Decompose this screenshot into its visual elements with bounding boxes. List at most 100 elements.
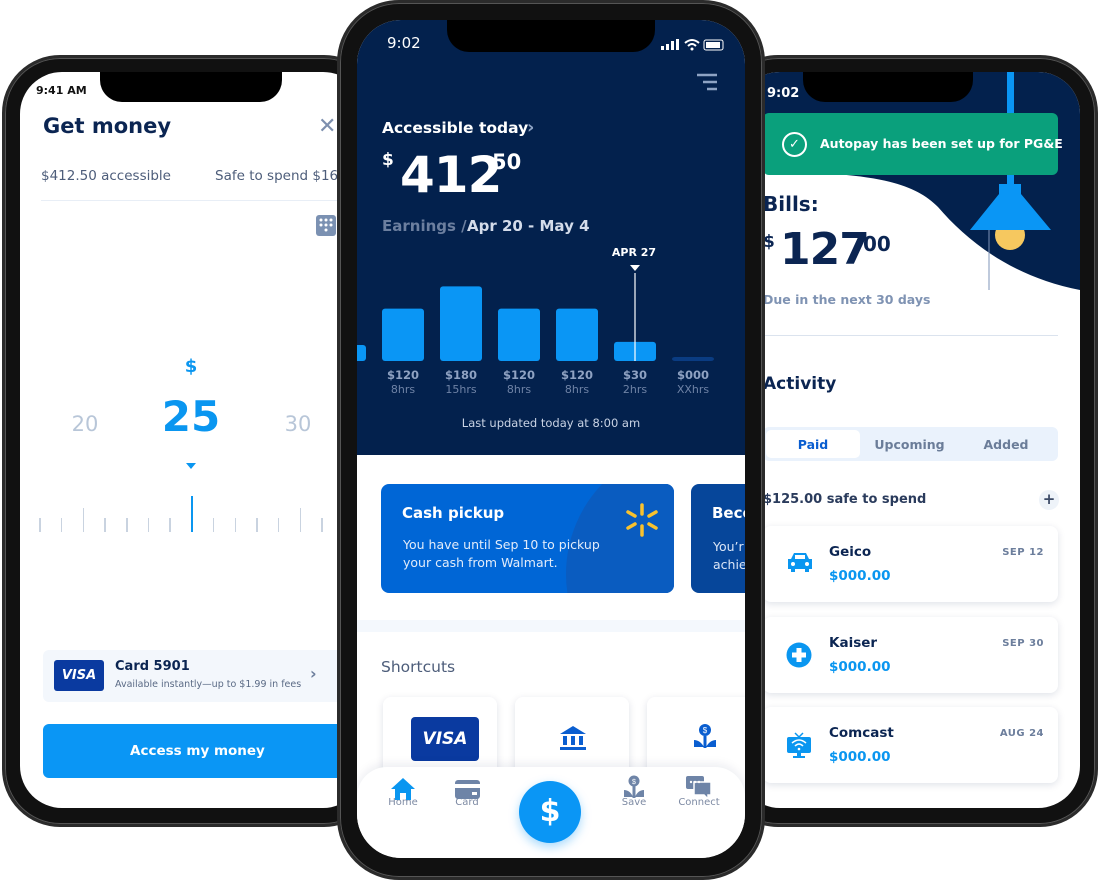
- divider: [763, 335, 1058, 336]
- visa-card-icon: VISA: [411, 717, 479, 761]
- slider-tick: [321, 518, 323, 532]
- slider-tick: [234, 518, 237, 532]
- bar-category-label: 8hrs: [506, 383, 532, 396]
- bills-amount-cents: 00: [863, 232, 891, 256]
- chart-bar[interactable]: [498, 308, 540, 361]
- next-amount[interactable]: 30: [273, 412, 323, 436]
- car-icon: [786, 551, 814, 577]
- svg-text:$: $: [703, 726, 708, 735]
- pointer-triangle-icon: [186, 463, 196, 469]
- check-circle-icon: ✓: [782, 132, 807, 157]
- chart-bar[interactable]: [672, 357, 714, 361]
- section-separator: [357, 620, 745, 632]
- nav-connect[interactable]: Connect: [669, 776, 729, 808]
- tab-added[interactable]: Added: [956, 427, 1056, 461]
- bill-name: Comcast: [829, 725, 894, 741]
- divider: [41, 200, 361, 201]
- tab-upcoming[interactable]: Upcoming: [863, 427, 956, 461]
- safe-to-spend: Safe to spend $162: [215, 168, 347, 184]
- bar-category-label: 2hrs: [622, 383, 648, 396]
- chart-bar[interactable]: [440, 286, 482, 361]
- bill-date: AUG 24: [999, 728, 1044, 739]
- promo-card-2[interactable]: Beco You’r achie: [691, 484, 745, 593]
- slider-tick: [39, 518, 41, 532]
- savings-plant-icon: $: [624, 775, 644, 798]
- nav-save[interactable]: $ Save: [604, 775, 664, 808]
- chart-bar[interactable]: [382, 308, 424, 361]
- bills-amount-dollars: 127: [780, 224, 870, 275]
- nav-card[interactable]: Card: [437, 780, 497, 808]
- slider-tick: [277, 518, 280, 532]
- status-icons: [661, 39, 724, 51]
- keypad-icon[interactable]: [316, 215, 336, 236]
- accessible-label[interactable]: Accessible today: [382, 119, 528, 137]
- bill-item[interactable]: Kaiser $000.00 SEP 30: [763, 616, 1058, 693]
- bar-category-label: 8hrs: [564, 383, 590, 396]
- chart-bar-partial: [357, 345, 366, 361]
- notch: [100, 72, 282, 102]
- promo-body: You have until Sep 10 to pickup your cas…: [403, 537, 600, 570]
- savings-plant-icon: $: [694, 724, 716, 748]
- access-money-button[interactable]: Access my money: [43, 724, 365, 778]
- medical-cross-icon: [786, 642, 812, 672]
- chart-bar[interactable]: [556, 308, 598, 361]
- walmart-spark-icon: [626, 503, 658, 537]
- home-icon: [391, 778, 415, 800]
- promo-title: Cash pickup: [402, 504, 505, 522]
- amount-cents: 50: [492, 150, 522, 174]
- bill-item[interactable]: Geico $000.00 SEP 12: [763, 526, 1058, 602]
- dollar-fab-button[interactable]: $: [519, 781, 581, 843]
- card-icon: [455, 780, 480, 799]
- promo-card-cash-pickup[interactable]: Cash pickup You have until Sep 10 to pic…: [381, 484, 674, 593]
- slider-tick: [147, 518, 150, 532]
- payment-card-row[interactable]: VISA Card 5901 Available instantly—up to…: [43, 650, 365, 702]
- chat-icon: [686, 776, 712, 799]
- close-icon[interactable]: ✕: [318, 114, 336, 139]
- tv-wifi-icon: [786, 732, 812, 764]
- bottom-nav: Home Card $ $ Save Connect: [357, 767, 745, 858]
- slider-tick: [212, 518, 215, 532]
- left-phone-screen: 9:41 AM Get money ✕ $412.50 accessible S…: [20, 72, 365, 808]
- toast-message: Autopay has been set up for PG&E: [820, 136, 1063, 151]
- dollar-icon: $: [539, 794, 561, 829]
- menu-icon[interactable]: [695, 73, 719, 93]
- nav-home[interactable]: Home: [373, 778, 433, 808]
- bar-value-label: $180: [444, 368, 477, 382]
- notch: [447, 20, 655, 52]
- status-time: 9:02: [387, 34, 421, 52]
- bill-amount: $000.00: [829, 568, 891, 584]
- slider-tick: [169, 518, 171, 532]
- tab-paid[interactable]: Paid: [763, 427, 863, 461]
- bar-category-label: 15hrs: [445, 383, 477, 396]
- bill-name: Kaiser: [829, 634, 878, 651]
- chevron-right-icon: ›: [310, 664, 317, 683]
- chevron-right-icon[interactable]: ›: [527, 117, 534, 138]
- activity-tabs: Paid Upcoming Added: [763, 427, 1058, 461]
- safe-to-spend: $125.00 safe to spend: [763, 492, 927, 507]
- bills-label: Bills:: [763, 192, 819, 216]
- amount-dollars: 412: [400, 146, 502, 204]
- selected-amount: 25: [161, 392, 221, 441]
- add-button[interactable]: +: [1039, 490, 1059, 510]
- bill-date: SEP 12: [1002, 547, 1044, 558]
- due-text: Due in the next 30 days: [763, 292, 931, 307]
- bill-item[interactable]: Comcast $000.00 AUG 24: [763, 707, 1058, 783]
- prev-amount[interactable]: 20: [60, 412, 110, 436]
- accessible-amount: $412.50 accessible: [41, 168, 171, 184]
- bar-value-label: $120: [560, 368, 593, 382]
- bill-name: Geico: [829, 544, 872, 560]
- slider-tick: [104, 518, 106, 532]
- bank-icon: [560, 726, 586, 750]
- marker-triangle-icon: [630, 265, 640, 271]
- bar-value-label: $30: [622, 368, 647, 382]
- page-title: Get money: [43, 114, 172, 138]
- bar-category-label: 8hrs: [390, 383, 416, 396]
- status-time: 9:02: [767, 86, 800, 101]
- bill-amount: $000.00: [829, 658, 891, 675]
- slider-tick: [82, 508, 85, 532]
- amount-slider-ruler[interactable]: [20, 492, 365, 537]
- last-updated: Last updated today at 8:00 am: [461, 416, 641, 430]
- earnings-range[interactable]: Apr 20 - May 4: [467, 217, 590, 235]
- visa-logo: VISA: [54, 660, 104, 691]
- slider-tick: [256, 518, 258, 532]
